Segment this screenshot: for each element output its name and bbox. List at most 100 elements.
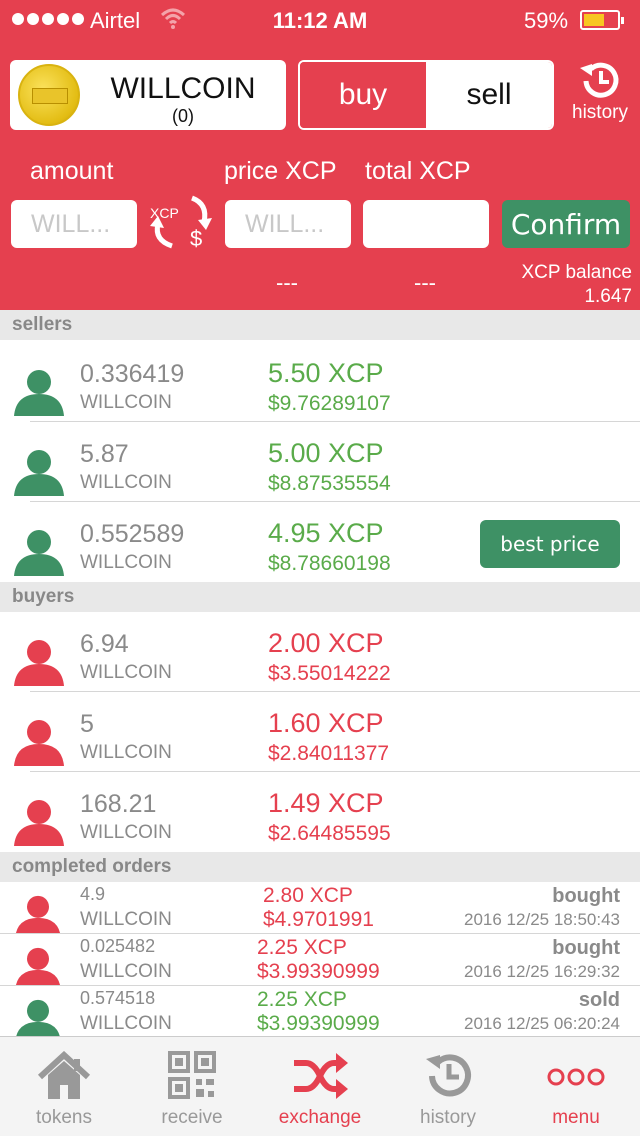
tab-tokens[interactable]: tokens xyxy=(0,1037,128,1136)
order-unit: WILLCOIN xyxy=(80,909,172,930)
tab-tokens-label: tokens xyxy=(36,1107,92,1128)
token-balance: (0) xyxy=(172,106,194,126)
order-unit: WILLCOIN xyxy=(80,961,172,982)
battery-icon xyxy=(580,10,624,30)
buyer-quantity: 6.94 xyxy=(80,630,129,658)
seller-price: 5.00 XCP xyxy=(268,438,384,468)
buy-button[interactable]: buy xyxy=(300,62,426,128)
order-price: 2.80 XCP xyxy=(263,884,353,907)
completed-orders-header: completed orders xyxy=(0,852,640,882)
seller-row[interactable]: 0.552589 WILLCOIN 4.95 XCP $8.78660198 b… xyxy=(0,502,640,580)
buyer-row[interactable]: 168.21 WILLCOIN 1.49 XCP $2.64485595 xyxy=(0,772,640,850)
seller-row[interactable]: 0.336419 WILLCOIN 5.50 XCP $9.76289107 xyxy=(0,342,640,422)
token-selector[interactable]: WILLCOIN (0) xyxy=(10,60,286,130)
token-name: WILLCOIN xyxy=(110,72,256,105)
buyer-row[interactable]: 6.94 WILLCOIN 2.00 XCP $3.55014222 xyxy=(0,612,640,692)
buyer-usd: $3.55014222 xyxy=(268,662,391,685)
tab-receive-label: receive xyxy=(161,1107,223,1128)
order-price: 2.25 XCP xyxy=(257,936,347,959)
buyer-row[interactable]: 5 WILLCOIN 1.60 XCP $2.84011377 xyxy=(0,692,640,772)
balance-label: XCP balance xyxy=(521,262,632,283)
tab-history[interactable]: history xyxy=(384,1037,512,1136)
order-quantity: 0.574518 xyxy=(80,988,156,1008)
sell-button[interactable]: sell xyxy=(426,62,552,128)
header: Airtel 11:12 AM 59% WILLCOIN (0) buy sel… xyxy=(0,0,640,310)
seller-usd: $8.78660198 xyxy=(268,552,391,575)
seller-price: 5.50 XCP xyxy=(268,358,384,388)
buyer-unit: WILLCOIN xyxy=(80,742,172,763)
buyer-quantity: 5 xyxy=(80,710,94,738)
completed-order-row[interactable]: 0.025482 WILLCOIN 2.25 XCP $3.99390999 b… xyxy=(0,934,640,990)
seller-row[interactable]: 5.87 WILLCOIN 5.00 XCP $8.87535554 xyxy=(0,422,640,502)
seller-usd: $9.76289107 xyxy=(268,392,391,415)
total-value: --- xyxy=(414,270,436,295)
order-usd: $3.99390999 xyxy=(257,1012,380,1035)
seller-unit: WILLCOIN xyxy=(80,392,172,413)
tab-exchange[interactable]: exchange xyxy=(256,1037,384,1136)
seller-quantity: 5.87 xyxy=(80,440,129,468)
buyer-avatar-icon xyxy=(14,800,64,846)
swap-dollar-label: $ xyxy=(190,226,202,251)
tab-exchange-label: exchange xyxy=(278,1107,362,1128)
price-total-value: --- xyxy=(276,270,298,295)
buyer-avatar-icon xyxy=(14,640,64,686)
tab-menu-label: menu xyxy=(552,1107,600,1128)
order-usd: $3.99390999 xyxy=(257,960,380,983)
buyer-avatar-icon xyxy=(15,947,61,990)
buyer-usd: $2.64485595 xyxy=(268,822,391,845)
order-date: 2016 12/25 18:50:43 xyxy=(464,910,620,929)
buy-sell-toggle: buy sell xyxy=(298,60,554,130)
sellers-header: sellers xyxy=(0,310,640,340)
confirm-button[interactable]: Confirm xyxy=(502,200,630,248)
seller-avatar-icon xyxy=(14,530,64,576)
home-icon xyxy=(37,1051,91,1099)
completed-order-row[interactable]: 0.574518 WILLCOIN 2.25 XCP $3.99390999 s… xyxy=(0,986,640,1042)
order-status: sold xyxy=(578,989,620,1011)
seller-avatar-icon xyxy=(14,370,64,416)
history-label: history xyxy=(572,102,628,123)
amount-label: amount xyxy=(30,157,114,185)
seller-price: 4.95 XCP xyxy=(268,518,384,548)
buyers-header: buyers xyxy=(0,582,640,612)
seller-avatar-icon xyxy=(14,450,64,496)
history-button[interactable]: history xyxy=(568,60,632,124)
balance-value: 1.647 xyxy=(584,286,632,307)
order-date: 2016 12/25 06:20:24 xyxy=(464,1014,620,1033)
seller-quantity: 0.552589 xyxy=(80,520,185,548)
total-label: total XCP xyxy=(365,157,471,185)
order-quantity: 4.9 xyxy=(80,884,106,904)
buyer-unit: WILLCOIN xyxy=(80,822,172,843)
tab-bar: tokens receive exchange history menu xyxy=(0,1036,640,1136)
shuffle-icon xyxy=(294,1053,348,1099)
buyer-avatar-icon xyxy=(15,895,61,938)
order-date: 2016 12/25 16:29:32 xyxy=(464,962,620,981)
price-input[interactable]: WILL... xyxy=(225,200,351,248)
tab-receive[interactable]: receive xyxy=(128,1037,256,1136)
buyer-unit: WILLCOIN xyxy=(80,662,172,683)
buyer-usd: $2.84011377 xyxy=(268,742,390,765)
order-quantity: 0.025482 xyxy=(80,936,156,956)
buyer-quantity: 168.21 xyxy=(80,790,157,818)
status-bar: Airtel 11:12 AM 59% xyxy=(0,0,640,40)
currency-swap-button[interactable]: XCP $ xyxy=(146,190,216,254)
buyer-price: 1.49 XCP xyxy=(268,788,384,818)
qr-code-icon xyxy=(168,1051,216,1099)
best-price-button[interactable]: best price xyxy=(480,520,620,568)
seller-quantity: 0.336419 xyxy=(80,360,185,388)
seller-unit: WILLCOIN xyxy=(80,552,172,573)
swap-icon: XCP $ xyxy=(150,195,212,251)
seller-usd: $8.87535554 xyxy=(268,472,391,495)
amount-input[interactable]: WILL... xyxy=(11,200,137,248)
buyer-avatar-icon xyxy=(14,720,64,766)
order-status: bought xyxy=(552,937,620,959)
tab-menu[interactable]: menu xyxy=(512,1037,640,1136)
more-icon xyxy=(547,1068,605,1086)
completed-order-row[interactable]: 4.9 WILLCOIN 2.80 XCP $4.9701991 bought … xyxy=(0,882,640,938)
order-usd: $4.9701991 xyxy=(263,908,374,931)
token-logo-icon xyxy=(18,64,80,126)
total-input[interactable] xyxy=(363,200,489,248)
buyer-price: 2.00 XCP xyxy=(268,628,384,658)
buyer-price: 1.60 XCP xyxy=(268,708,384,738)
order-price: 2.25 XCP xyxy=(257,988,347,1011)
price-label: price XCP xyxy=(224,157,337,185)
